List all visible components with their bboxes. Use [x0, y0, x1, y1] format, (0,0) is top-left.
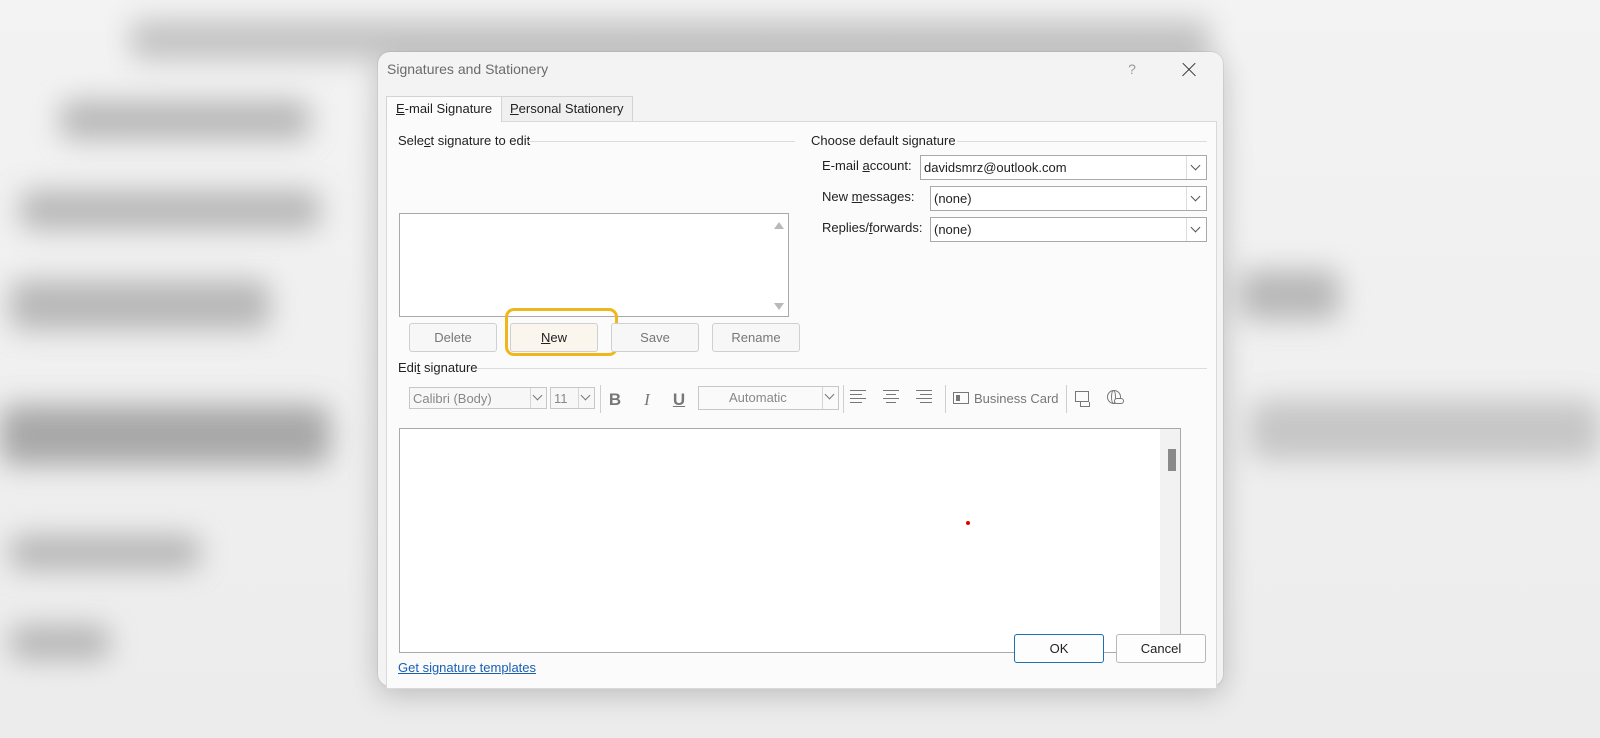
chevron-down-icon[interactable] — [1186, 187, 1206, 210]
font-size-select[interactable]: 11 — [550, 387, 595, 409]
chevron-down-icon[interactable] — [1186, 218, 1206, 241]
scroll-up-icon[interactable] — [774, 222, 784, 229]
tab-personal-stationery[interactable]: Personal Stationery — [500, 96, 634, 121]
save-button[interactable]: Save — [611, 323, 699, 352]
close-icon[interactable] — [1177, 58, 1201, 82]
replies-forwards-select[interactable]: (none) — [930, 217, 1207, 242]
toolbar-separator — [945, 385, 946, 413]
scrollbar-thumb[interactable] — [1168, 449, 1176, 471]
help-button[interactable]: ? — [1121, 58, 1143, 80]
group-divider — [477, 368, 1207, 369]
signatures-dialog: Signatures and Stationery ? E-mail Signa… — [378, 52, 1223, 689]
align-center-icon[interactable] — [883, 390, 899, 405]
list-scrollbar[interactable] — [770, 214, 788, 316]
choose-default-label: Choose default signature — [811, 133, 956, 148]
scroll-down-icon[interactable] — [774, 303, 784, 310]
underline-button[interactable]: U — [669, 388, 689, 412]
cancel-button[interactable]: Cancel — [1116, 634, 1206, 663]
italic-button[interactable]: I — [637, 388, 657, 412]
select-signature-label: Select signature to edit — [398, 133, 531, 148]
font-select[interactable]: Calibri (Body) — [409, 387, 547, 409]
tab-panel: Select signature to edit Delete New Save… — [386, 121, 1217, 689]
new-button-highlight — [505, 308, 618, 356]
new-messages-select[interactable]: (none) — [930, 186, 1207, 211]
toolbar-separator — [1066, 385, 1067, 413]
align-right-icon[interactable] — [916, 390, 932, 405]
business-card-icon — [953, 392, 969, 404]
signature-list[interactable] — [399, 213, 789, 317]
hyperlink-icon[interactable] — [1106, 389, 1124, 407]
cursor-marker — [966, 521, 970, 525]
tab-email-signature[interactable]: E-mail Signature — [386, 96, 503, 122]
email-account-label: E-mail account: — [822, 158, 912, 173]
get-signature-templates-link[interactable]: Get signature templates — [398, 660, 536, 675]
align-left-icon[interactable] — [850, 390, 866, 405]
chevron-down-icon[interactable] — [530, 388, 546, 408]
rename-button[interactable]: Rename — [712, 323, 800, 352]
toolbar-separator — [843, 385, 844, 413]
delete-button[interactable]: Delete — [409, 323, 497, 352]
new-messages-label: New messages: — [822, 189, 915, 204]
email-account-select[interactable]: davidsmrz@outlook.com — [920, 155, 1207, 180]
chevron-down-icon[interactable] — [1186, 156, 1206, 179]
title-bar: Signatures and Stationery ? — [378, 52, 1223, 86]
bold-button[interactable]: B — [605, 388, 625, 412]
chevron-down-icon[interactable] — [822, 387, 838, 409]
dialog-title: Signatures and Stationery — [387, 61, 549, 77]
font-color-select[interactable]: Automatic — [698, 386, 839, 410]
group-divider — [527, 141, 795, 142]
edit-signature-label: Edit signature — [398, 360, 478, 375]
signature-editor[interactable] — [399, 428, 1181, 653]
insert-picture-icon[interactable] — [1074, 389, 1092, 407]
replies-forwards-label: Replies/forwards: — [822, 220, 923, 235]
group-divider — [957, 141, 1207, 142]
toolbar-separator — [600, 385, 601, 413]
chevron-down-icon[interactable] — [578, 388, 594, 408]
ok-button[interactable]: OK — [1014, 634, 1104, 663]
